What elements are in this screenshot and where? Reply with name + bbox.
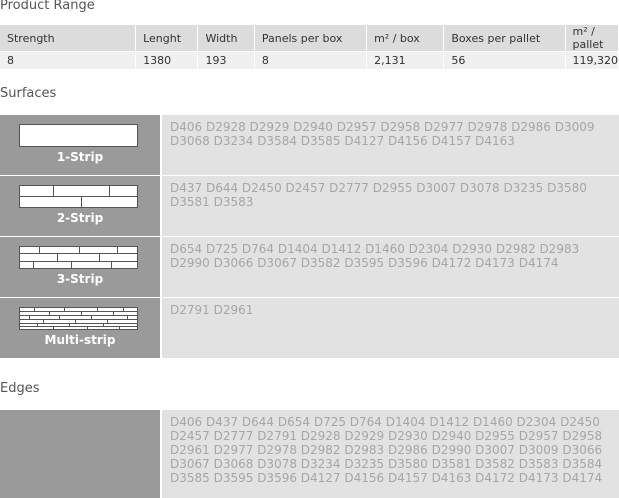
table-row: 8 1380 193 8 2,131 56 119,320 <box>0 51 619 69</box>
edges-row: D406 D437 D644 D654 D725 D764 D1404 D141… <box>0 410 619 498</box>
one-strip-icon <box>19 124 138 147</box>
edge-codes-panel: D406 D437 D644 D654 D725 D764 D1404 D141… <box>162 410 619 498</box>
product-range-table: Strength Lenght Width Panels per box m² … <box>0 25 619 69</box>
surface-swatch-3-strip: 3-Strip <box>0 237 160 297</box>
surfaces-title: Surfaces <box>0 86 57 101</box>
header-m2-per-box: m² / box <box>366 25 445 52</box>
surface-label: 3-Strip <box>56 272 104 286</box>
surface-swatch-multi-strip: Multi-strip <box>0 298 160 358</box>
edge-codes: D406 D437 D644 D654 D725 D764 D1404 D141… <box>170 415 603 485</box>
three-strip-icon <box>19 246 138 269</box>
surface-swatch-1-strip: 1-Strip <box>0 115 160 175</box>
header-length: Lenght <box>135 25 199 52</box>
surface-codes: D654 D725 D764 D1404 D1412 D1460 D2304 D… <box>170 242 580 270</box>
surface-codes-panel: D437 D644 D2450 D2457 D2777 D2955 D3007 … <box>162 176 619 236</box>
surface-codes: D2791 D2961 <box>170 303 254 317</box>
surface-codes-panel: D654 D725 D764 D1404 D1412 D1460 D2304 D… <box>162 237 619 297</box>
surface-swatch-2-strip: 2-Strip <box>0 176 160 236</box>
header-m2-per-pallet: m² / pallet <box>565 25 619 52</box>
edges-title: Edges <box>0 381 40 396</box>
surface-codes: D437 D644 D2450 D2457 D2777 D2955 D3007 … <box>170 181 587 209</box>
surface-row-1-strip: 1-Strip D406 D2928 D2929 D2940 D2957 D29… <box>0 115 619 175</box>
surface-label: Multi-strip <box>44 333 116 347</box>
surface-label: 2-Strip <box>56 211 104 225</box>
surface-row-2-strip: 2-Strip D437 D644 D2450 D2457 D2777 D295… <box>0 176 619 236</box>
surface-codes: D406 D2928 D2929 D2940 D2957 D2958 D2977… <box>170 120 595 148</box>
multi-strip-icon <box>19 307 138 330</box>
surface-codes-panel: D2791 D2961 <box>162 298 619 358</box>
two-strip-icon <box>19 185 138 208</box>
product-range-title: Product Range <box>0 0 95 13</box>
edge-swatch <box>0 410 160 498</box>
cell-length: 1380 <box>135 51 199 69</box>
cell-strength: 8 <box>0 51 137 69</box>
surface-row-multi-strip: Multi-strip D2791 D2961 <box>0 298 619 358</box>
cell-boxes-per-pallet: 56 <box>443 51 566 69</box>
header-width: Width <box>197 25 255 52</box>
header-strength: Strength <box>0 25 137 52</box>
header-boxes-per-pallet: Boxes per pallet <box>443 25 566 52</box>
surface-row-3-strip: 3-Strip D654 D725 D764 D1404 D1412 D1460… <box>0 237 619 297</box>
table-header-row: Strength Lenght Width Panels per box m² … <box>0 25 619 52</box>
surface-label: 1-Strip <box>56 150 104 164</box>
cell-m2-per-pallet: 119,320 <box>565 51 619 69</box>
cell-panels-per-box: 8 <box>254 51 368 69</box>
cell-width: 193 <box>197 51 255 69</box>
cell-m2-per-box: 2,131 <box>366 51 445 69</box>
surface-codes-panel: D406 D2928 D2929 D2940 D2957 D2958 D2977… <box>162 115 619 175</box>
header-panels-per-box: Panels per box <box>254 25 368 52</box>
